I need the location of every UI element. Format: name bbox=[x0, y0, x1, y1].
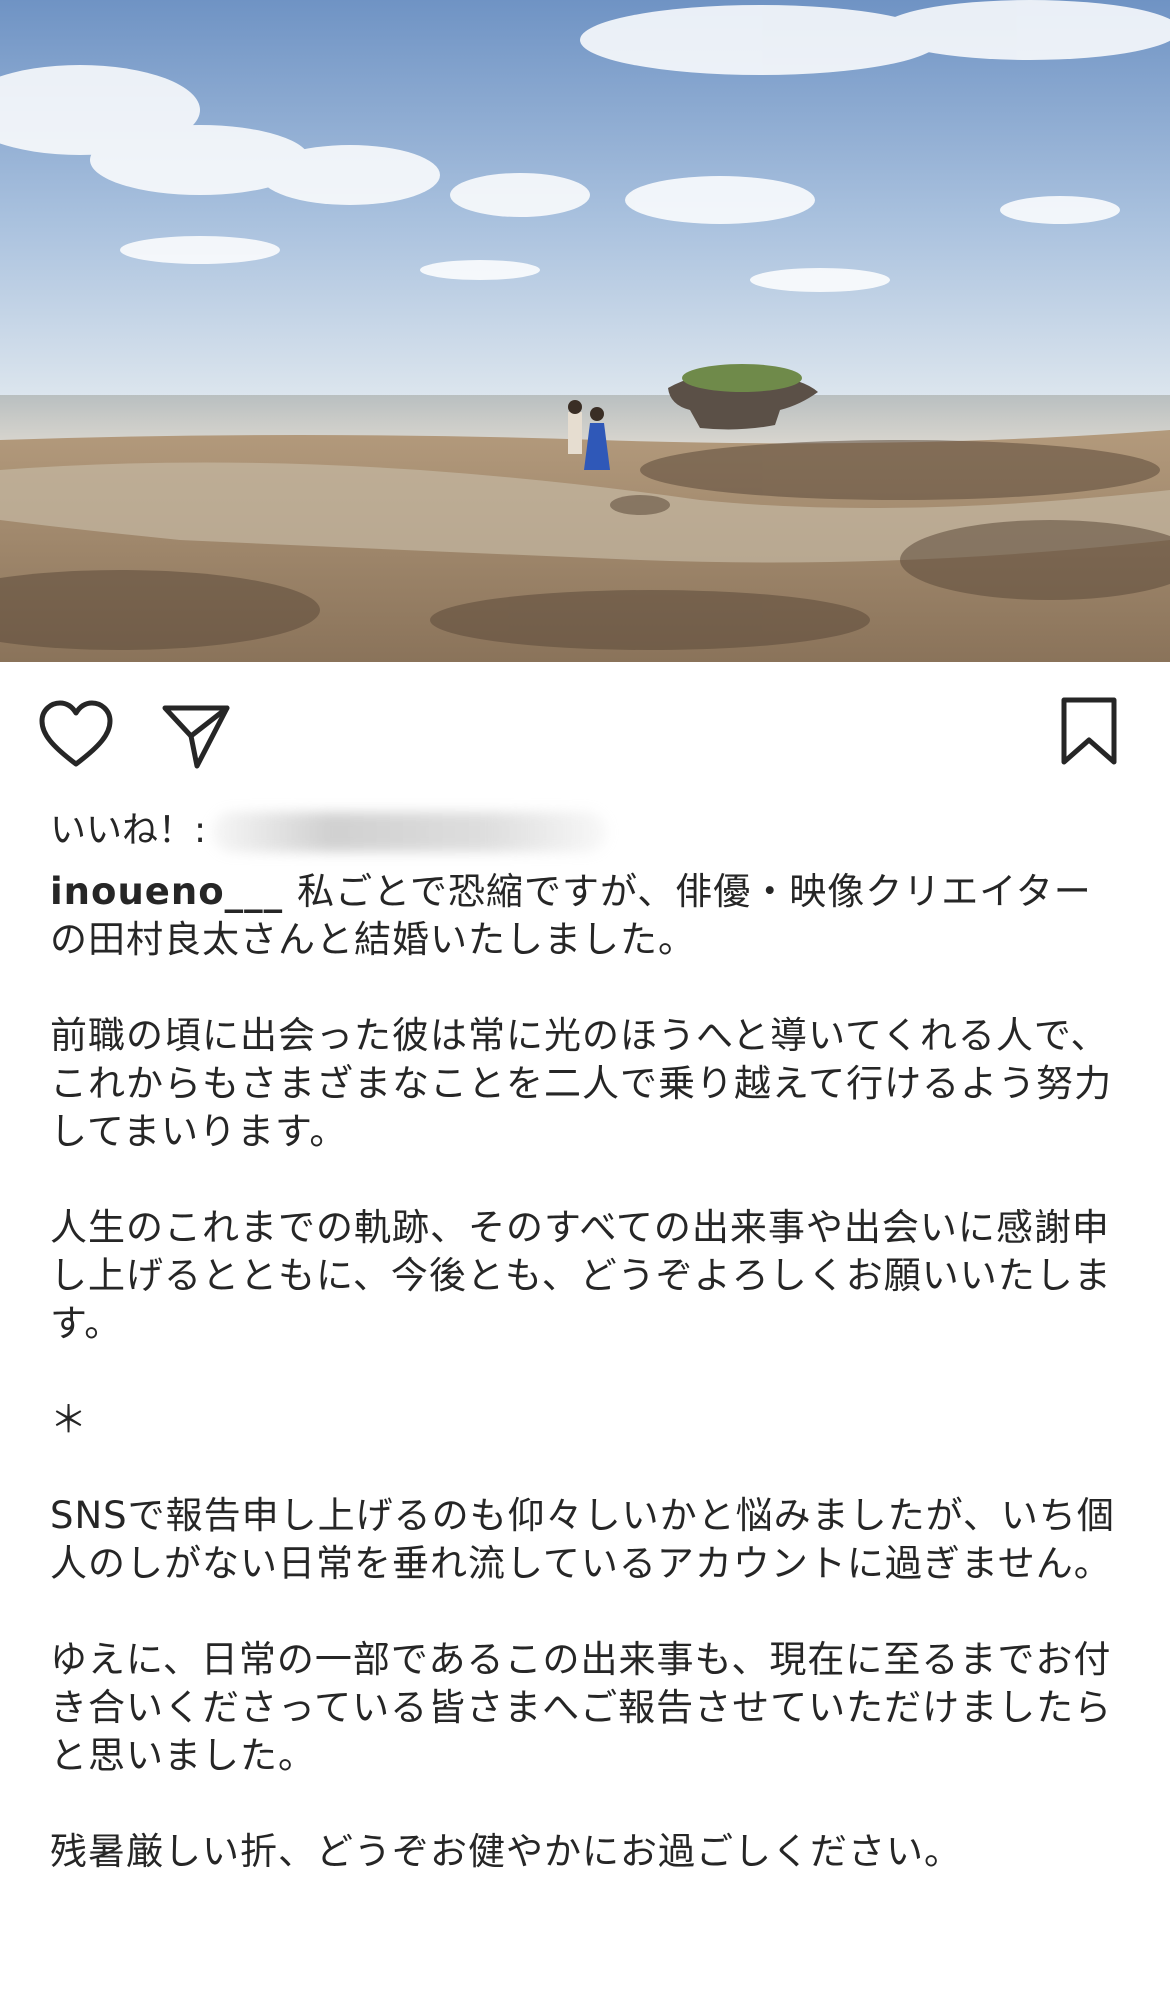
send-icon[interactable] bbox=[160, 700, 232, 772]
caption-paragraph: SNSで報告申し上げるのも仰々しいかと悩みましたが、いち個人のしがない日常を垂れ… bbox=[50, 1494, 1115, 1585]
caption-paragraph: 前職の頃に出会った彼は常に光のほうへと導いてくれる人で、これからもさまざまなこと… bbox=[50, 1014, 1113, 1153]
caption-paragraph: inoueno___ 私ごとで恐縮ですが、俳優・映像クリエイターの田村良太さんと結… bbox=[50, 868, 1125, 964]
liked-by-blurred bbox=[212, 812, 608, 852]
heart-icon[interactable] bbox=[38, 700, 114, 770]
post-photo[interactable] bbox=[0, 0, 1170, 662]
likes-label: いいね！: bbox=[50, 810, 207, 851]
post-action-bar bbox=[0, 690, 1170, 780]
caption-paragraph: 残暑厳しい折、どうぞお健やかにお過ごしください。 bbox=[50, 1830, 962, 1873]
username-link[interactable]: inoueno___ bbox=[50, 870, 283, 913]
bookmark-icon[interactable] bbox=[1058, 696, 1120, 768]
post-caption: inoueno___ 私ごとで恐縮ですが、俳優・映像クリエイターの田村良太さんと結… bbox=[50, 868, 1125, 1924]
likes-row[interactable]: いいね！: bbox=[50, 806, 608, 856]
caption-separator: ＊ bbox=[50, 1398, 88, 1441]
caption-paragraph: ゆえに、日常の一部であるこの出来事も、現在に至るまでお付き合いくださっている皆さ… bbox=[50, 1638, 1113, 1777]
caption-paragraph: 人生のこれまでの軌跡、そのすべての出来事や出会いに感謝申し上げるとともに、今後と… bbox=[50, 1206, 1112, 1345]
